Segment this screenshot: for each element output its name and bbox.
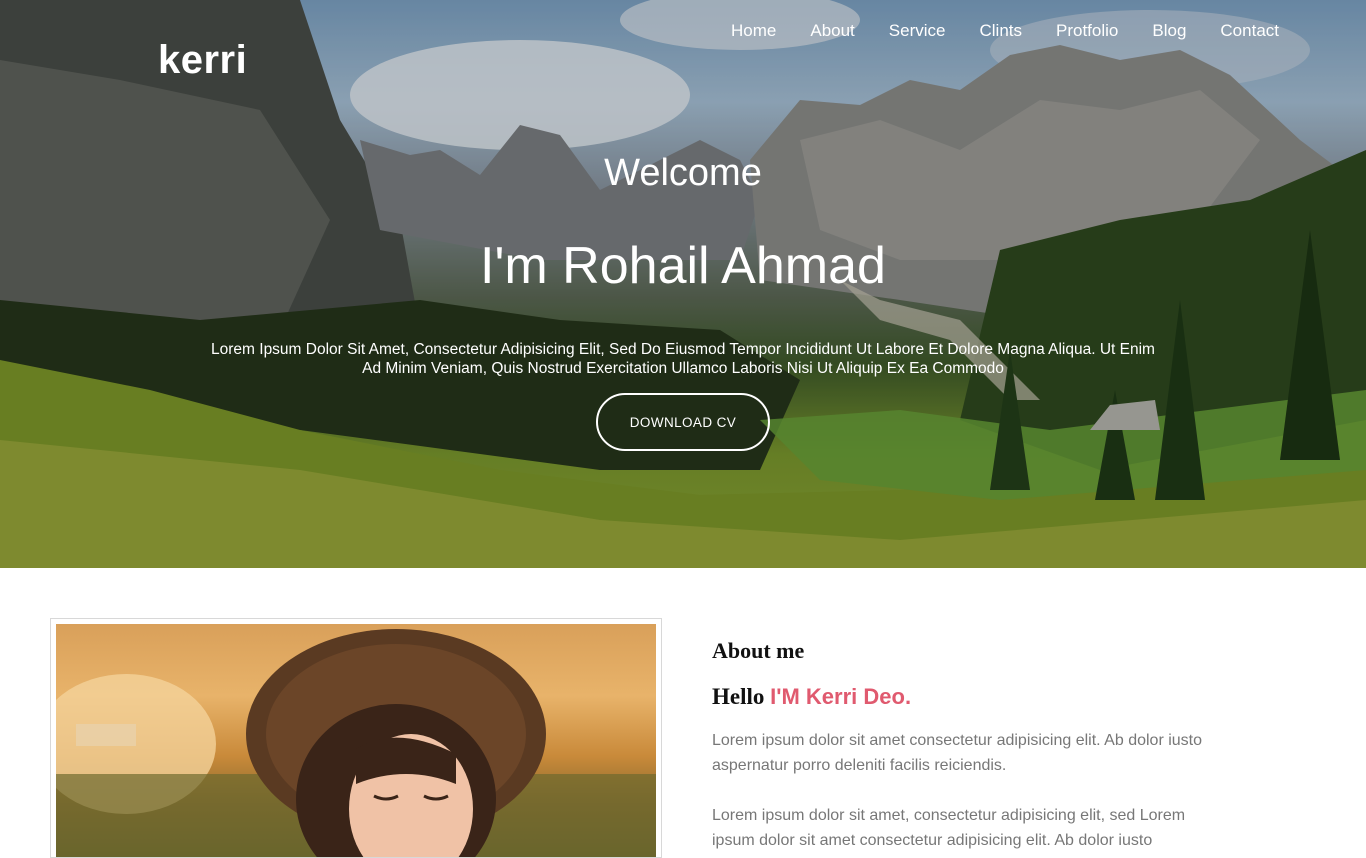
woman-with-hat-image — [56, 629, 656, 857]
about-paragraph-2: Lorem ipsum dolor sit amet, consectetur … — [712, 807, 1186, 849]
hero-description: Lorem Ipsum Dolor Sit Amet, Consectetur … — [211, 341, 1155, 377]
about-hello-heading: Hello I'M Kerri Deo. — [712, 684, 1232, 710]
main-nav: Home About Service Clints Protfolio Blog… — [714, 20, 1296, 42]
nav-service[interactable]: Service — [872, 20, 963, 42]
about-title: About me — [712, 638, 805, 663]
site-logo[interactable]: kerri — [158, 38, 247, 83]
about-name-highlight: I'M Kerri Deo. — [770, 684, 912, 709]
nav-clients[interactable]: Clints — [962, 20, 1039, 42]
about-text-block: About me Hello I'M Kerri Deo. Lorem ipsu… — [712, 638, 1232, 853]
nav-about[interactable]: About — [793, 20, 871, 42]
about-paragraph-1: Lorem ipsum dolor sit amet consectetur a… — [712, 732, 1203, 774]
nav-contact[interactable]: Contact — [1203, 20, 1296, 42]
hero-section: kerri Home About Service Clints Protfoli… — [0, 0, 1366, 568]
about-photo-frame — [50, 618, 662, 858]
download-cv-button[interactable]: DOWNLOAD CV — [596, 393, 770, 451]
about-section: About me Hello I'M Kerri Deo. Lorem ipsu… — [0, 568, 1366, 858]
hero-welcome: Welcome — [604, 152, 762, 194]
nav-home[interactable]: Home — [714, 20, 793, 42]
hello-word: Hello — [712, 684, 765, 709]
hero-name: I'm Rohail Ahmad — [480, 237, 886, 295]
nav-portfolio[interactable]: Protfolio — [1039, 20, 1135, 42]
profile-photo — [56, 624, 656, 857]
nav-blog[interactable]: Blog — [1135, 20, 1203, 42]
